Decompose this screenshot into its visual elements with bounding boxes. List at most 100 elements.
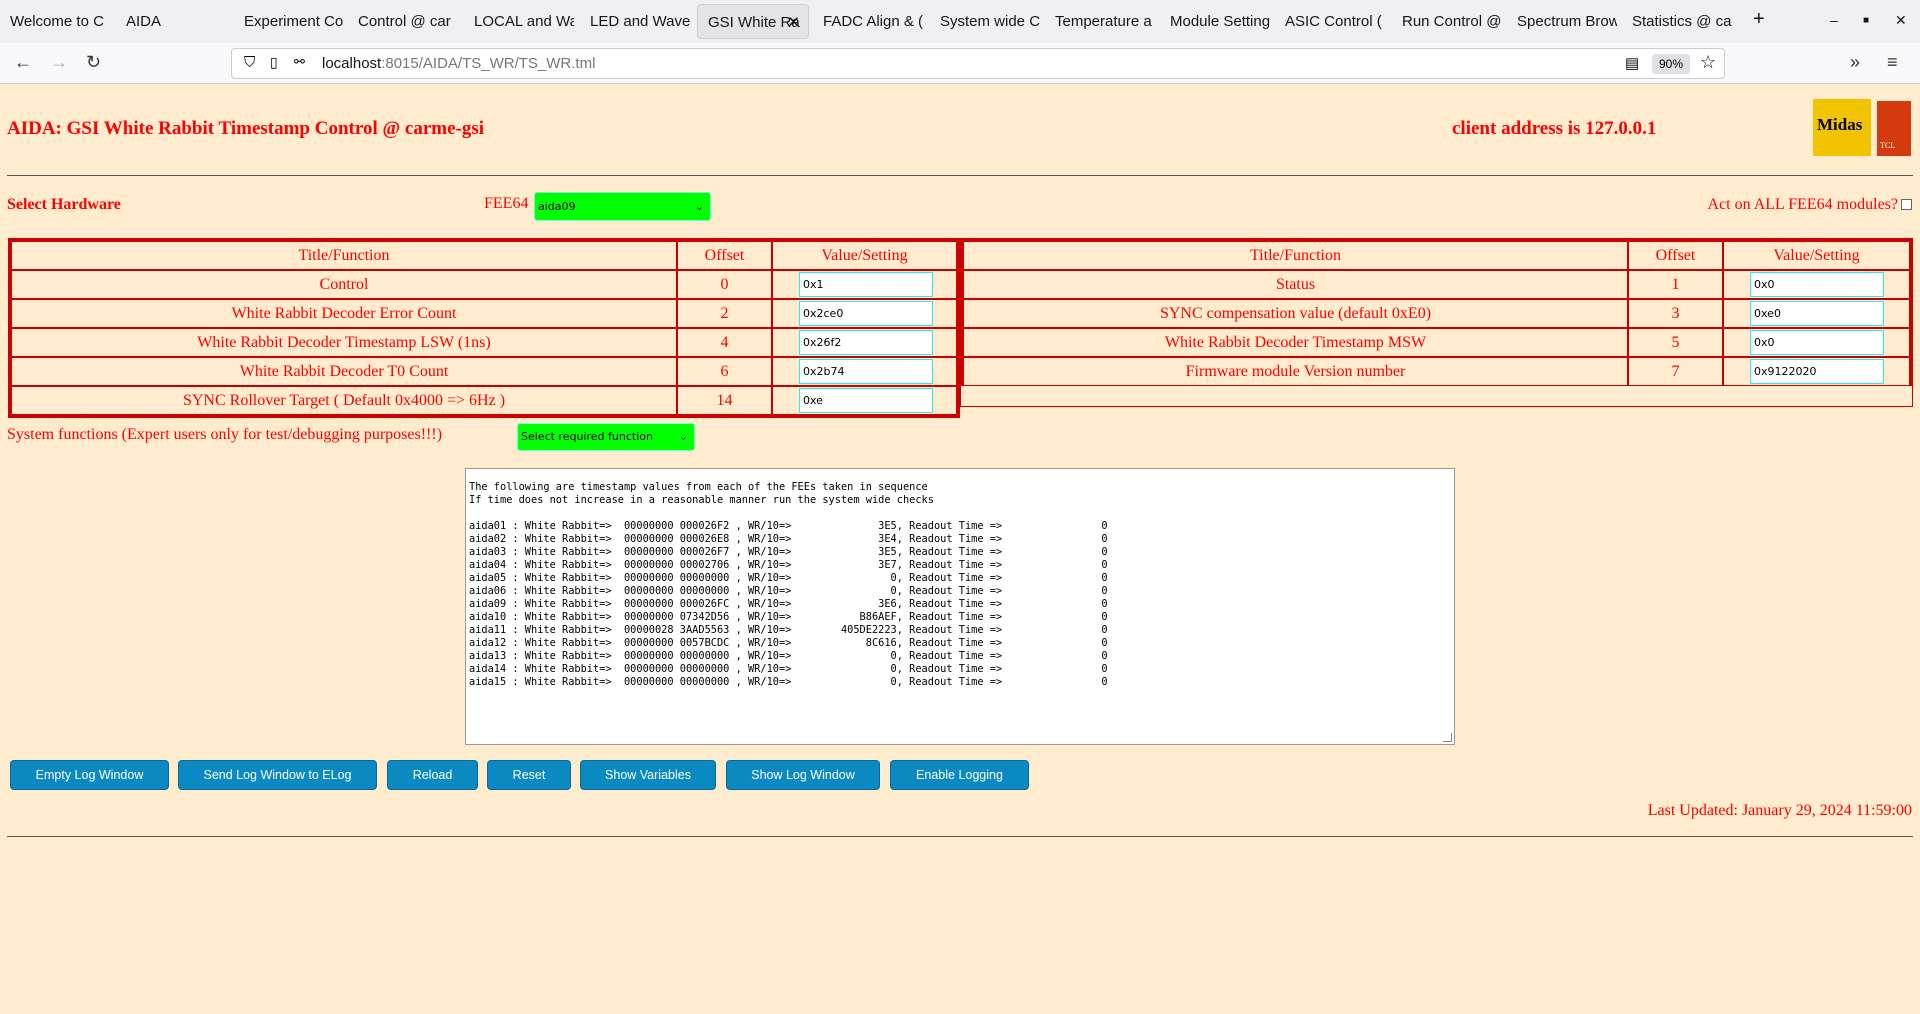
row-title: White Rabbit Decoder Error Count — [11, 299, 677, 328]
zoom-level[interactable]: 90% — [1652, 54, 1690, 74]
value-input[interactable]: 0xe0 — [1750, 301, 1884, 326]
tab-label: LOCAL and Wa — [474, 13, 574, 30]
tab-label: ASIC Control ( — [1285, 13, 1382, 30]
fee64-select[interactable]: aida09 ⌄ — [534, 192, 711, 221]
page-title: AIDA: GSI White Rabbit Timestamp Control… — [7, 118, 485, 139]
value-input[interactable]: 0x2b74 — [799, 359, 933, 384]
row-offset: 5 — [1628, 328, 1723, 357]
act-all-label: Act on ALL FEE64 modules? — [1707, 196, 1899, 213]
forward-icon[interactable]: → — [50, 52, 68, 73]
chevron-down-icon: ⌄ — [694, 200, 704, 213]
reload-icon[interactable]: ↻ — [86, 52, 101, 73]
header-title: Title/Function — [11, 241, 677, 270]
row-value-cell: 0xe0 — [1723, 299, 1910, 328]
close-tab-icon[interactable]: ✕ — [787, 5, 800, 38]
row-offset: 3 — [1628, 299, 1723, 328]
row-value-cell: 0x0 — [1723, 328, 1910, 357]
resize-handle-icon[interactable] — [1443, 733, 1452, 742]
table-header: Title/Function Offset Value/Setting — [963, 241, 1910, 270]
browser-tab[interactable]: Welcome to C — [0, 4, 110, 39]
browser-tab[interactable]: LED and Wave — [580, 4, 690, 39]
row-offset: 6 — [677, 357, 772, 386]
browser-tab[interactable]: FADC Align & ( — [813, 4, 923, 39]
browser-tab[interactable]: Run Control @ — [1392, 4, 1502, 39]
browser-tab[interactable]: Spectrum Brow — [1507, 4, 1617, 39]
back-icon[interactable]: ← — [14, 52, 32, 73]
browser-tab[interactable]: LOCAL and Wa — [464, 4, 574, 39]
show-log-window-button[interactable]: Show Log Window — [726, 760, 880, 790]
browser-tab[interactable]: Experiment Co — [234, 4, 344, 39]
value-input[interactable]: 0x0 — [1750, 272, 1884, 297]
value-input[interactable]: 0x0 — [1750, 330, 1884, 355]
row-title: SYNC compensation value (default 0xE0) — [963, 299, 1628, 328]
browser-tab[interactable]: Module Setting — [1160, 4, 1270, 39]
new-tab-button[interactable]: + — [1753, 8, 1765, 31]
minimize-button[interactable]: – — [1830, 12, 1838, 28]
row-title: White Rabbit Decoder Timestamp LSW (1ns) — [11, 328, 677, 357]
page-content: AIDA: GSI White Rabbit Timestamp Control… — [0, 84, 1920, 1014]
send-to-elog-button[interactable]: Send Log Window to ELog — [178, 760, 377, 790]
browser-tab[interactable]: Control @ car — [348, 4, 458, 39]
tab-label: Statistics @ ca — [1632, 13, 1732, 30]
row-offset: 0 — [677, 270, 772, 299]
browser-tab[interactable]: GSI White Ra ✕ — [697, 4, 809, 39]
enable-logging-button[interactable]: Enable Logging — [890, 760, 1029, 790]
browser-tab[interactable]: AIDA — [116, 4, 226, 39]
fee64-select-value: aida09 — [538, 200, 576, 213]
tab-label: Temperature a — [1055, 13, 1152, 30]
table-header: Title/Function Offset Value/Setting — [11, 241, 957, 270]
table-row: White Rabbit Decoder Timestamp MSW 5 0x0 — [963, 328, 1910, 357]
divider — [7, 836, 1913, 837]
log-window[interactable]: The following are timestamp values from … — [465, 468, 1455, 745]
row-title: Control — [11, 270, 677, 299]
row-title: SYNC Rollover Target ( Default 0x4000 =>… — [11, 386, 677, 415]
permissions-icon[interactable]: ⚯ — [294, 54, 305, 70]
table-row: SYNC compensation value (default 0xE0) 3 0… — [963, 299, 1910, 328]
browser-tab[interactable]: Statistics @ ca — [1622, 4, 1732, 39]
maximize-button[interactable]: ■ — [1863, 15, 1869, 26]
tab-label: Control @ car — [358, 13, 451, 30]
last-updated: Last Updated: January 29, 2024 11:59:00 — [1647, 802, 1912, 819]
browser-tab[interactable]: ASIC Control ( — [1275, 4, 1385, 39]
show-variables-button[interactable]: Show Variables — [580, 760, 716, 790]
row-value-cell: 0x26f2 — [772, 328, 957, 357]
table-empty-cell — [960, 376, 1913, 407]
close-window-button[interactable]: ✕ — [1895, 12, 1907, 29]
reader-view-icon[interactable]: ▤ — [1625, 54, 1639, 72]
shield-icon[interactable]: ⛉ — [244, 54, 255, 71]
client-address: client address is 127.0.0.1 — [1452, 118, 1657, 139]
table-row: White Rabbit Decoder Error Count 2 0x2ce0 — [11, 299, 957, 328]
tab-label: Welcome to C — [10, 13, 104, 30]
browser-tab[interactable]: System wide C — [930, 4, 1040, 39]
menu-icon[interactable]: ≡ — [1887, 52, 1898, 73]
page-icon: ▯ — [270, 54, 278, 70]
address-bar[interactable]: ⛉ ▯ ⚯ localhost:8015/AIDA/TS_WR/TS_WR.tm… — [231, 48, 1725, 79]
tab-label: FADC Align & ( — [823, 13, 923, 30]
table-row: Control 0 0x1 — [11, 270, 957, 299]
act-all-checkbox[interactable] — [1901, 199, 1912, 210]
reload-button[interactable]: Reload — [387, 760, 478, 790]
row-title: White Rabbit Decoder T0 Count — [11, 357, 677, 386]
system-function-select[interactable]: Select required function ⌄ — [517, 423, 695, 451]
row-offset: 14 — [677, 386, 772, 415]
value-input[interactable]: 0xe — [799, 388, 933, 413]
table-row: SYNC Rollover Target ( Default 0x4000 =>… — [11, 386, 957, 415]
tab-label: LED and Wave — [590, 13, 690, 30]
bookmark-star-icon[interactable]: ☆ — [1700, 52, 1716, 73]
value-input[interactable]: 0x1 — [799, 272, 933, 297]
register-table-right: Title/Function Offset Value/Setting Status… — [960, 238, 1913, 386]
url-text[interactable]: localhost:8015/AIDA/TS_WR/TS_WR.tml — [322, 55, 595, 72]
browser-tab[interactable]: Temperature a — [1045, 4, 1155, 39]
value-input[interactable]: 0x26f2 — [799, 330, 933, 355]
register-table-left: Title/Function Offset Value/Setting Contro… — [8, 238, 960, 418]
empty-log-button[interactable]: Empty Log Window — [10, 760, 169, 790]
row-value-cell: 0x2ce0 — [772, 299, 957, 328]
act-all-option[interactable]: Act on ALL FEE64 modules? — [1707, 196, 1912, 214]
log-text: The following are timestamp values from … — [469, 481, 1108, 688]
header-value: Value/Setting — [772, 241, 957, 270]
reset-button[interactable]: Reset — [487, 760, 571, 790]
value-input[interactable]: 0x2ce0 — [799, 301, 933, 326]
header-title: Title/Function — [963, 241, 1628, 270]
url-host: localhost — [322, 55, 382, 72]
overflow-icon[interactable]: » — [1850, 52, 1860, 73]
